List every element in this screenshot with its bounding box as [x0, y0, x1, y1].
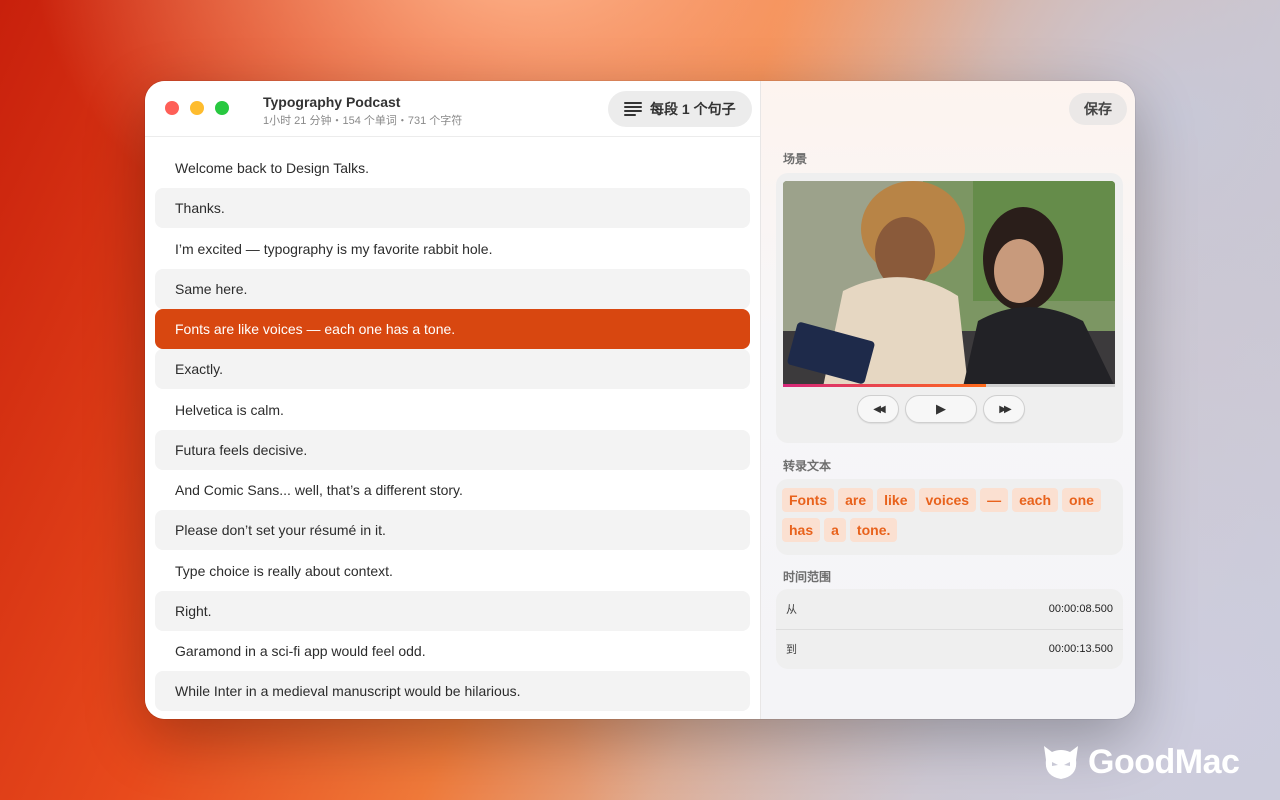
goodmac-logo-icon: [1044, 746, 1078, 779]
transcript-words: Fonts are like voices — each one has a tone.: [776, 479, 1123, 555]
sentence-text: I’m excited — typography is my favorite …: [175, 240, 493, 257]
scene-card: ◀◀ ▶ ▶▶: [776, 173, 1123, 443]
sentence-text: And Comic Sans... well, that’s a differe…: [175, 482, 463, 498]
sentence-text: Futura feels decisive.: [175, 441, 308, 458]
play-icon: ▶: [936, 401, 946, 416]
minimize-window-button[interactable]: [190, 101, 204, 115]
scene-section-label: 场景: [783, 152, 808, 166]
sentence-list: Welcome back to Design Talks. Thanks. I’m …: [155, 148, 750, 712]
sentence-row[interactable]: Please don’t set your résumé in it.: [155, 510, 750, 551]
rewind-button[interactable]: ◀◀: [857, 395, 899, 423]
rewind-icon: ◀◀: [873, 403, 886, 415]
play-button[interactable]: ▶: [905, 395, 977, 423]
from-row[interactable]: 从 00:00:08.500: [776, 589, 1123, 629]
word-chip[interactable]: are: [838, 488, 874, 512]
sentence-row[interactable]: And Comic Sans... well, that’s a differe…: [155, 470, 750, 510]
sentence-row[interactable]: Thanks.: [155, 188, 750, 229]
sentence-row[interactable]: Same here.: [155, 268, 750, 309]
document-stats: 1小时 21 分钟・154 个单词・731 个字符: [263, 115, 463, 127]
sentence-text: While Inter in a medieval manuscript wou…: [175, 683, 521, 700]
sentence-text: Fonts are like voices — each one has a t…: [175, 321, 456, 337]
sentence-text: Right.: [175, 602, 212, 619]
forward-button[interactable]: ▶▶: [983, 395, 1025, 423]
sentence-row[interactable]: I’m excited — typography is my favorite …: [155, 229, 750, 269]
time-range-card: 从 00:00:08.500 到 00:00:13.500: [776, 589, 1123, 669]
playback-progress-fill: [783, 384, 986, 387]
to-row[interactable]: 到 00:00:13.500: [776, 629, 1123, 669]
sentence-text: Garamond in a sci-fi app would feel odd.: [175, 643, 426, 659]
playback-progress-track[interactable]: [783, 384, 1115, 387]
title-bar: Typography Podcast 1小时 21 分钟・154 个单词・731…: [145, 81, 760, 137]
word-chip[interactable]: —: [980, 488, 1009, 512]
word-chip[interactable]: has: [782, 518, 821, 542]
from-value[interactable]: 00:00:08.500: [1049, 603, 1113, 615]
segment-mode-button[interactable]: 每段 1 个句子: [608, 91, 752, 127]
forward-icon: ▶▶: [999, 403, 1012, 415]
word-chip[interactable]: like: [877, 488, 915, 512]
sentence-row[interactable]: Helvetica is calm.: [155, 390, 750, 430]
sentence-text: Exactly.: [175, 361, 223, 378]
sentence-row[interactable]: Welcome back to Design Talks.: [155, 148, 750, 188]
sentence-text: Welcome back to Design Talks.: [175, 160, 370, 176]
sentence-row[interactable]: Exactly.: [155, 349, 750, 390]
from-label: 从: [786, 604, 797, 616]
watermark: GoodMac: [1040, 742, 1240, 782]
scene-image: [783, 181, 1115, 387]
app-window: Typography Podcast 1小时 21 分钟・154 个单词・731…: [145, 81, 1135, 719]
sentence-text: Type choice is really about context.: [175, 562, 393, 579]
sentence-row[interactable]: Garamond in a sci-fi app would feel odd.: [155, 631, 750, 671]
word-chip[interactable]: one: [1062, 488, 1101, 512]
to-label: 到: [786, 644, 797, 656]
document-title: Typography Podcast: [263, 94, 401, 110]
word-chip[interactable]: voices: [918, 488, 977, 512]
transcript-pane: Typography Podcast 1小时 21 分钟・154 个单词・731…: [145, 81, 760, 719]
video-preview[interactable]: [783, 181, 1115, 387]
word-chip[interactable]: each: [1012, 488, 1059, 512]
sentence-row-selected[interactable]: Fonts are like voices — each one has a t…: [155, 309, 750, 349]
sentence-row[interactable]: Type choice is really about context.: [155, 551, 750, 591]
transcript-section-label: 转录文本: [783, 459, 832, 473]
sentence-text: Thanks.: [175, 200, 225, 217]
sentence-row[interactable]: Right.: [155, 590, 750, 631]
sentence-row[interactable]: Futura feels decisive.: [155, 429, 750, 470]
close-window-button[interactable]: [165, 101, 179, 115]
sentence-row[interactable]: While Inter in a medieval manuscript wou…: [155, 671, 750, 712]
time-range-section-label: 时间范围: [783, 570, 832, 584]
to-value[interactable]: 00:00:13.500: [1049, 643, 1113, 655]
zoom-window-button[interactable]: [215, 101, 229, 115]
word-chip[interactable]: Fonts: [782, 488, 835, 512]
sentence-text: Please don’t set your résumé in it.: [175, 522, 386, 539]
word-chip[interactable]: tone.: [849, 518, 898, 542]
sentence-text: Same here.: [175, 280, 248, 297]
sentence-text: Helvetica is calm.: [175, 401, 284, 418]
word-chip[interactable]: a: [824, 518, 846, 542]
save-button[interactable]: 保存: [1069, 93, 1127, 125]
segment-mode-label: 每段 1 个句子: [650, 101, 736, 117]
inspector-pane: 保存 场景 ◀◀ ▶ ▶▶ 转录文本 Fonts are like voices…: [760, 81, 1135, 719]
paragraph-lines-icon: [624, 102, 642, 116]
watermark-text: GoodMac: [1088, 742, 1240, 781]
